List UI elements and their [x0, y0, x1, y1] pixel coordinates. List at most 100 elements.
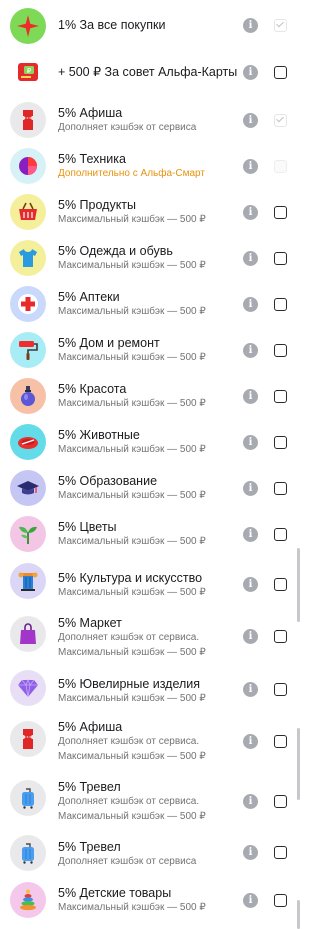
star-icon: [17, 15, 39, 37]
item-checkbox[interactable]: [274, 578, 287, 591]
item-subtitle: Максимальный кэшбэк — 500 ₽: [58, 398, 206, 409]
alfa-card-icon: ₽: [18, 63, 38, 81]
info-icon[interactable]: i: [243, 682, 258, 697]
item-subtitle: Максимальный кэшбэк — 500 ₽: [58, 902, 206, 913]
item-subtitle: Максимальный кэшбэк — 500 ₽: [58, 536, 206, 547]
list-item[interactable]: 5% Афиша Дополняет кэшбэк от сервиса i: [0, 96, 300, 142]
info-icon[interactable]: i: [243, 481, 258, 496]
list-item[interactable]: 5% Культура и искусство Максимальный кэш…: [0, 556, 300, 604]
item-checkbox[interactable]: [274, 528, 287, 541]
perfume-icon: [21, 386, 35, 406]
pet-bed-icon: [18, 437, 38, 449]
item-checkbox[interactable]: [274, 795, 287, 808]
category-avatar: [10, 470, 46, 506]
list-item[interactable]: 5% Аптеки Максимальный кэшбэк — 500 ₽ i: [0, 280, 300, 326]
list-item[interactable]: 5% Продукты Максимальный кэшбэк — 500 ₽ …: [0, 188, 300, 234]
item-title: 5% Одежда и обувь: [58, 244, 173, 258]
basket-icon: [19, 202, 37, 220]
info-icon[interactable]: i: [243, 794, 258, 809]
shopping-bag-icon: [20, 623, 36, 644]
info-icon[interactable]: i: [243, 629, 258, 644]
item-subtitle: Дополняет кэшбэк от сервиса.: [58, 632, 200, 643]
paint-roller-icon: [19, 341, 38, 360]
list-item[interactable]: 5% Детские товары Максимальный кэшбэк — …: [0, 876, 300, 929]
info-icon[interactable]: i: [243, 577, 258, 592]
item-title: 5% Образование: [58, 474, 158, 488]
info-icon[interactable]: i: [243, 389, 258, 404]
scrollbar-thumb[interactable]: [297, 728, 300, 800]
item-checkbox[interactable]: [274, 846, 287, 859]
category-avatar: [10, 882, 46, 918]
item-title: 5% Культура и искусство: [58, 571, 203, 585]
info-icon[interactable]: i: [243, 297, 258, 312]
scrollbar-thumb[interactable]: [297, 900, 300, 929]
item-checkbox[interactable]: [274, 160, 287, 173]
list-item[interactable]: 5% Животные Максимальный кэшбэк — 500 ₽ …: [0, 418, 300, 464]
ticket-icon: [23, 729, 33, 749]
item-title: 5% Цветы: [58, 520, 117, 534]
info-icon[interactable]: i: [243, 113, 258, 128]
info-icon[interactable]: i: [243, 251, 258, 266]
list-item[interactable]: 5% Тревел Дополняет кэшбэк от сервиса. М…: [0, 770, 300, 830]
ticket-icon: [23, 110, 33, 130]
item-checkbox[interactable]: [274, 894, 287, 907]
item-checkbox[interactable]: [274, 436, 287, 449]
category-avatar: [10, 8, 46, 44]
list-item[interactable]: 5% Тревел Дополняет кэшбэк от сервиса i: [0, 830, 300, 876]
list-item[interactable]: 5% Дом и ремонт Максимальный кэшбэк — 50…: [0, 326, 300, 372]
item-subtitle: Максимальный кэшбэк — 500 ₽: [58, 306, 206, 317]
svg-text:₽: ₽: [27, 67, 32, 75]
item-checkbox[interactable]: [274, 206, 287, 219]
list-item[interactable]: 5% Цветы Максимальный кэшбэк — 500 ₽ i: [0, 510, 300, 556]
item-checkbox[interactable]: [274, 735, 287, 748]
item-checkbox[interactable]: [274, 298, 287, 311]
category-avatar: [10, 563, 46, 599]
item-checkbox[interactable]: [274, 19, 287, 32]
item-checkbox[interactable]: [274, 66, 287, 79]
item-checkbox[interactable]: [274, 252, 287, 265]
info-icon[interactable]: i: [243, 159, 258, 174]
category-avatar: [10, 670, 46, 706]
info-icon[interactable]: i: [243, 435, 258, 450]
category-avatar: [10, 378, 46, 414]
item-checkbox[interactable]: [274, 114, 287, 127]
list-item[interactable]: 5% Красота Максимальный кэшбэк — 500 ₽ i: [0, 372, 300, 418]
item-subtitle: Максимальный кэшбэк — 500 ₽: [58, 490, 206, 501]
item-subtitle: Максимальный кэшбэк — 500 ₽: [58, 260, 206, 271]
item-subtitle: Дополняет кэшбэк от сервиса.: [58, 736, 200, 747]
item-checkbox[interactable]: [274, 630, 287, 643]
list-item[interactable]: 5% Техника Дополнительно с Альфа-Смарт i: [0, 142, 300, 188]
info-icon[interactable]: i: [243, 893, 258, 908]
category-avatar: [10, 780, 46, 816]
info-icon[interactable]: i: [243, 527, 258, 542]
info-icon[interactable]: i: [243, 65, 258, 80]
item-checkbox[interactable]: [274, 683, 287, 696]
diamond-icon: [18, 678, 38, 698]
item-subtitle-secondary: Максимальный кэшбэк — 500 ₽: [58, 751, 206, 762]
toy-pyramid-icon: [20, 889, 36, 911]
list-item[interactable]: ₽ + 500 ₽ За совет Альфа-Карты i: [0, 48, 300, 96]
info-icon[interactable]: i: [243, 205, 258, 220]
info-icon[interactable]: i: [243, 734, 258, 749]
list-item[interactable]: 5% Афиша Дополняет кэшбэк от сервиса. Ма…: [0, 712, 300, 770]
list-item[interactable]: 5% Одежда и обувь Максимальный кэшбэк — …: [0, 234, 300, 280]
list-item[interactable]: 5% Образование Максимальный кэшбэк — 500…: [0, 464, 300, 510]
item-title: 5% Красота: [58, 382, 127, 396]
list-item[interactable]: 5% Маркет Дополняет кэшбэк от сервиса. М…: [0, 604, 300, 664]
item-checkbox[interactable]: [274, 482, 287, 495]
info-icon[interactable]: i: [243, 18, 258, 33]
item-subtitle-secondary: Максимальный кэшбэк — 500 ₽: [58, 647, 206, 658]
list-item[interactable]: 5% Ювелирные изделия Максимальный кэшбэк…: [0, 664, 300, 712]
item-subtitle: Максимальный кэшбэк — 500 ₽: [58, 587, 206, 598]
list-item[interactable]: 1% За все покупки i: [0, 0, 300, 46]
scrollbar-thumb[interactable]: [297, 548, 300, 622]
category-avatar: [10, 424, 46, 460]
sprout-icon: [19, 526, 37, 544]
item-title: 5% Дом и ремонт: [58, 336, 160, 350]
item-checkbox[interactable]: [274, 344, 287, 357]
item-subtitle: Дополнительно с Альфа-Смарт: [58, 168, 205, 179]
item-title: + 500 ₽ За совет Альфа-Карты: [58, 65, 238, 79]
item-checkbox[interactable]: [274, 390, 287, 403]
info-icon[interactable]: i: [243, 343, 258, 358]
info-icon[interactable]: i: [243, 845, 258, 860]
